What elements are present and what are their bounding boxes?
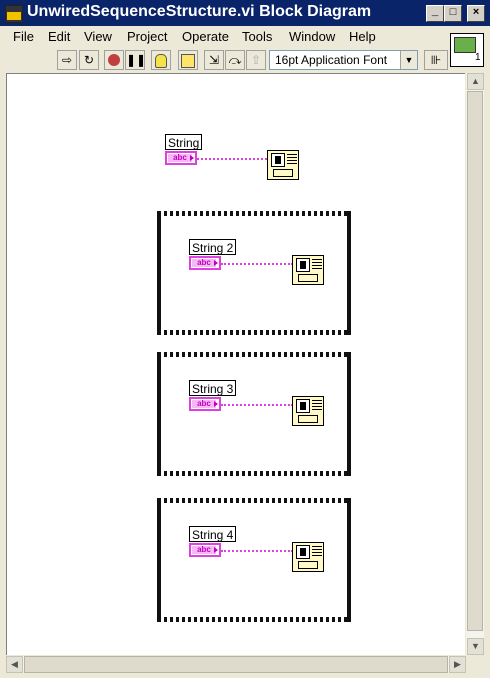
menu-project[interactable]: Project [127,29,167,44]
film-strip-bottom [161,330,347,335]
film-strip-top [161,211,347,216]
string-control-terminal[interactable]: abc [189,543,221,557]
film-strip-bottom [161,617,347,622]
string-control-terminal[interactable]: abc [165,151,197,165]
terminal-type-text: abc [192,546,216,554]
title-bar[interactable]: UnwiredSequenceStructure.vi Block Diagra… [0,0,490,26]
vertical-scroll-thumb[interactable] [467,91,483,631]
chevron-down-icon[interactable]: ▼ [400,51,417,69]
film-strip-bottom [161,471,347,476]
terminal-arrow-icon [190,155,194,161]
film-strip-top [161,352,347,357]
string-control-terminal[interactable]: abc [189,397,221,411]
string-wire[interactable] [221,404,293,406]
scroll-up-icon[interactable]: ▲ [467,73,484,90]
connector-pane-number: 1 [475,52,481,63]
sequence-frame[interactable]: String 3 abc [157,352,351,476]
retain-wire-values-icon[interactable] [178,50,198,70]
simple-error-handler-icon[interactable] [292,542,324,572]
font-select[interactable]: 16pt Application Font ▼ [269,50,418,70]
block-diagram-canvas[interactable]: String abc String 2 abc String 3 abc Str… [6,73,465,655]
terminal-arrow-icon [214,547,218,553]
sequence-frame[interactable]: String 4 abc [157,498,351,622]
terminal-arrow-icon [214,260,218,266]
simple-error-handler-icon[interactable] [267,150,299,180]
toolbar: ⇨ ↻ ❚❚ ⇲ ⤼ ⇧ 16pt Application Font ▼ ⊪ [0,46,490,74]
labview-window: UnwiredSequenceStructure.vi Block Diagra… [0,0,490,678]
terminal-type-text: abc [192,259,216,267]
labview-app-icon[interactable] [5,5,23,23]
simple-error-handler-icon[interactable] [292,255,324,285]
terminal-type-text: abc [192,400,216,408]
control-label-string[interactable]: String [165,134,203,150]
terminal-arrow-icon [214,401,218,407]
scroll-left-icon[interactable]: ◀ [6,656,23,673]
control-label-string-2[interactable]: String 2 [189,239,237,255]
highlight-execution-icon[interactable] [151,50,171,70]
size-grip[interactable] [467,656,484,673]
string-control-terminal[interactable]: abc [189,256,221,270]
close-button[interactable]: × [467,5,485,22]
menu-file[interactable]: File [13,29,34,44]
simple-error-handler-icon[interactable] [292,396,324,426]
menu-tools[interactable]: Tools [242,29,272,44]
vertical-scrollbar[interactable]: ▲ ▼ [466,73,484,655]
font-select-value: 16pt Application Font [275,53,388,67]
control-label-string-3[interactable]: String 3 [189,380,237,396]
film-strip-top [161,498,347,503]
window-title: UnwiredSequenceStructure.vi Block Diagra… [27,3,372,20]
step-out-icon[interactable]: ⇧ [246,50,266,70]
scroll-right-icon[interactable]: ▶ [449,656,466,673]
horizontal-scrollbar[interactable]: ◀ ▶ [6,656,466,673]
menu-window[interactable]: Window [289,29,335,44]
pause-icon[interactable]: ❚❚ [125,50,146,70]
maximize-button[interactable]: □ [444,5,462,22]
menu-edit[interactable]: Edit [48,29,70,44]
abort-icon[interactable] [104,50,124,70]
string-wire[interactable] [221,550,293,552]
step-into-icon[interactable]: ⇲ [204,50,224,70]
minimize-button[interactable]: _ [426,5,444,22]
sequence-frame[interactable]: String 2 abc [157,211,351,335]
string-wire[interactable] [221,263,293,265]
menu-help[interactable]: Help [349,29,376,44]
menu-bar: File Edit View Project Operate Tools Win… [0,26,490,46]
control-label-string-4[interactable]: String 4 [189,526,237,542]
menu-operate[interactable]: Operate [182,29,229,44]
horizontal-scroll-thumb[interactable] [24,656,448,673]
align-objects-icon[interactable]: ⊪ [424,50,448,70]
run-arrow-icon[interactable]: ⇨ [57,50,77,70]
vi-icon-graphic [454,37,476,53]
menu-view[interactable]: View [84,29,112,44]
string-wire[interactable] [197,158,267,160]
terminal-type-text: abc [168,154,192,162]
vi-connector-pane-icon[interactable]: 1 [450,33,484,67]
step-over-icon[interactable]: ⤼ [225,50,245,70]
run-continuously-icon[interactable]: ↻ [79,50,99,70]
scroll-down-icon[interactable]: ▼ [467,638,484,655]
